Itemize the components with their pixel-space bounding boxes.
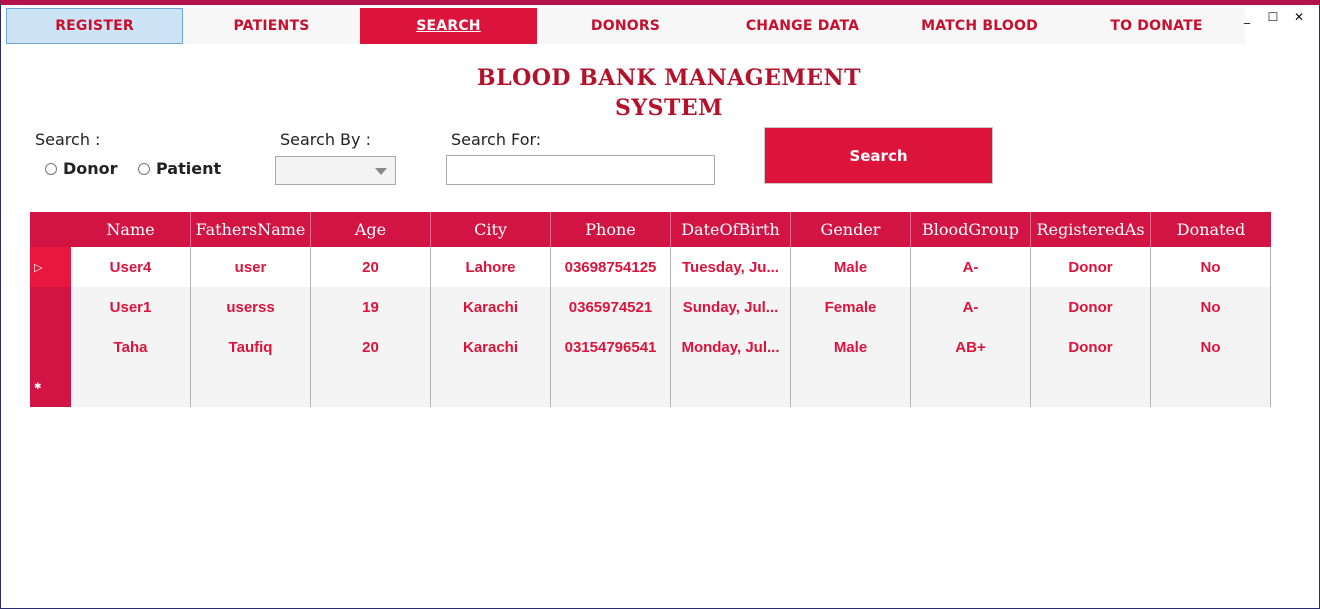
cell-gender[interactable]: Female (791, 287, 911, 327)
column-header-registeredas[interactable]: RegisteredAs (1031, 212, 1151, 247)
cell-bloodgroup[interactable]: AB+ (911, 327, 1031, 367)
search-for-input[interactable] (446, 155, 715, 185)
grid-header: Name FathersName Age City Phone DateOfBi… (30, 212, 1271, 247)
new-row-cell[interactable] (191, 367, 311, 407)
cell-donated[interactable]: No (1151, 327, 1271, 367)
maximize-icon[interactable]: ☐ (1261, 8, 1285, 26)
cell-age[interactable]: 19 (311, 287, 431, 327)
cell-dateofbirth[interactable]: Tuesday, Ju... (671, 247, 791, 287)
table-row[interactable]: User4 user 20 Lahore 03698754125 Tuesday… (71, 247, 1271, 287)
cell-name[interactable]: User1 (71, 287, 191, 327)
grid-corner[interactable] (30, 212, 71, 247)
search-button[interactable]: Search (764, 127, 993, 184)
row-header[interactable] (30, 327, 71, 367)
new-row-cell[interactable] (1031, 367, 1151, 407)
grid-body: ▷ ✱ User4 user 20 Lahore 03698754125 Tue… (30, 247, 1271, 407)
search-by-dropdown[interactable] (275, 156, 396, 185)
tab-register[interactable]: REGISTER (6, 8, 183, 44)
row-headers: ▷ ✱ (30, 247, 71, 407)
results-grid[interactable]: Name FathersName Age City Phone DateOfBi… (30, 212, 1271, 407)
cell-fathersname[interactable]: Taufiq (191, 327, 311, 367)
column-header-donated[interactable]: Donated (1151, 212, 1271, 247)
cell-phone[interactable]: 03698754125 (551, 247, 671, 287)
window-controls: _ ☐ ✕ (1235, 8, 1311, 26)
new-row-cell[interactable] (1151, 367, 1271, 407)
cell-fathersname[interactable]: userss (191, 287, 311, 327)
new-row[interactable] (71, 367, 1271, 407)
new-row-cell[interactable] (311, 367, 431, 407)
cell-donated[interactable]: No (1151, 287, 1271, 327)
cell-name[interactable]: User4 (71, 247, 191, 287)
new-row-cell[interactable] (431, 367, 551, 407)
new-row-cell[interactable] (791, 367, 911, 407)
cell-phone[interactable]: 0365974521 (551, 287, 671, 327)
radio-patient[interactable]: Patient (138, 159, 221, 178)
grid-rows: User4 user 20 Lahore 03698754125 Tuesday… (71, 247, 1271, 407)
chevron-down-icon[interactable] (375, 168, 387, 175)
radio-patient-circle[interactable] (138, 162, 150, 175)
search-type-label: Search : (35, 130, 101, 149)
column-header-dateofbirth[interactable]: DateOfBirth (671, 212, 791, 247)
table-row[interactable]: Taha Taufiq 20 Karachi 03154796541 Monda… (71, 327, 1271, 367)
tab-to-donate[interactable]: TO DONATE (1068, 8, 1245, 44)
row-header[interactable] (30, 287, 71, 327)
cell-donated[interactable]: No (1151, 247, 1271, 287)
minimize-icon[interactable]: _ (1235, 8, 1259, 26)
new-row-cell[interactable] (671, 367, 791, 407)
search-by-label: Search By : (280, 130, 371, 149)
column-header-fathersname[interactable]: FathersName (191, 212, 311, 247)
page-title-line1: BLOOD BANK MANAGEMENT (477, 65, 861, 91)
search-for-label: Search For: (451, 130, 542, 149)
cell-city[interactable]: Karachi (431, 327, 551, 367)
current-row-indicator-icon[interactable]: ▷ (30, 247, 71, 287)
page-title: BLOOD BANK MANAGEMENT SYSTEM (469, 63, 869, 123)
column-header-bloodgroup[interactable]: BloodGroup (911, 212, 1031, 247)
tab-bar: REGISTER PATIENTS SEARCH DONORS CHANGE D… (6, 8, 1250, 44)
cell-age[interactable]: 20 (311, 247, 431, 287)
new-row-cell[interactable] (71, 367, 191, 407)
cell-bloodgroup[interactable]: A- (911, 247, 1031, 287)
new-row-cell[interactable] (911, 367, 1031, 407)
cell-phone[interactable]: 03154796541 (551, 327, 671, 367)
table-row[interactable]: User1 userss 19 Karachi 0365974521 Sunda… (71, 287, 1271, 327)
new-row-cell[interactable] (551, 367, 671, 407)
cell-registeredas[interactable]: Donor (1031, 287, 1151, 327)
tab-patients[interactable]: PATIENTS (183, 8, 360, 44)
cell-city[interactable]: Karachi (431, 287, 551, 327)
new-row-icon[interactable]: ✱ (30, 367, 71, 407)
radio-donor-circle[interactable] (45, 162, 57, 175)
cell-registeredas[interactable]: Donor (1031, 327, 1151, 367)
cell-registeredas[interactable]: Donor (1031, 247, 1151, 287)
app-window: REGISTER PATIENTS SEARCH DONORS CHANGE D… (0, 0, 1320, 609)
radio-patient-label: Patient (156, 159, 222, 178)
tab-donors[interactable]: DONORS (537, 8, 714, 44)
tab-change-data[interactable]: CHANGE DATA (714, 8, 891, 44)
cell-dateofbirth[interactable]: Monday, Jul... (671, 327, 791, 367)
cell-city[interactable]: Lahore (431, 247, 551, 287)
cell-fathersname[interactable]: user (191, 247, 311, 287)
radio-donor-label: Donor (63, 159, 118, 178)
cell-age[interactable]: 20 (311, 327, 431, 367)
column-header-city[interactable]: City (431, 212, 551, 247)
cell-dateofbirth[interactable]: Sunday, Jul... (671, 287, 791, 327)
cell-gender[interactable]: Male (791, 327, 911, 367)
column-header-phone[interactable]: Phone (551, 212, 671, 247)
cell-gender[interactable]: Male (791, 247, 911, 287)
cell-bloodgroup[interactable]: A- (911, 287, 1031, 327)
close-icon[interactable]: ✕ (1287, 8, 1311, 26)
page-title-line2: SYSTEM (615, 95, 723, 121)
column-header-gender[interactable]: Gender (791, 212, 911, 247)
tab-match-blood[interactable]: MATCH BLOOD (891, 8, 1068, 44)
tab-search[interactable]: SEARCH (360, 8, 537, 44)
column-header-age[interactable]: Age (311, 212, 431, 247)
radio-donor[interactable]: Donor (45, 159, 118, 178)
column-header-name[interactable]: Name (71, 212, 191, 247)
cell-name[interactable]: Taha (71, 327, 191, 367)
